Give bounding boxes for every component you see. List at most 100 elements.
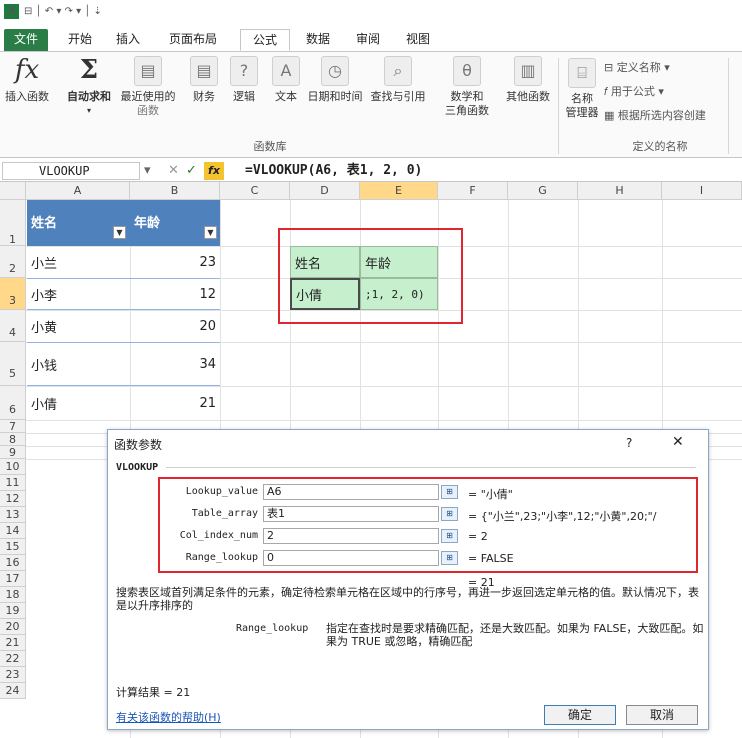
define-name-button[interactable]: ⊟ 定义名称 ▾ bbox=[604, 60, 670, 76]
calc-result: 计算结果 = 21 bbox=[116, 686, 191, 699]
row-header[interactable]: 22 bbox=[0, 651, 26, 667]
arg-help-text: 指定在查找时是要求精确匹配，还是大致匹配。如果为 FALSE，大致匹配。如果为 … bbox=[326, 622, 704, 648]
help-icon[interactable]: ? bbox=[626, 436, 632, 450]
table-cell-name[interactable]: 小钱 bbox=[27, 342, 130, 386]
ribbon-tabs: 文件 开始 插入 页面布局 公式 数据 审阅 视图 bbox=[0, 26, 742, 52]
financial-button[interactable]: ▤ 财务 bbox=[186, 56, 222, 104]
column-header[interactable]: A bbox=[26, 182, 130, 200]
book-icon: ▤ bbox=[134, 56, 162, 86]
formula-input[interactable]: =VLOOKUP(A6, 表1, 2, 0) bbox=[245, 162, 422, 180]
clock-book-icon: ◷ bbox=[321, 56, 349, 86]
function-description: 搜索表区域首列满足条件的元素，确定待检索单元格在区域中的行序号，再进一步返回选定… bbox=[116, 586, 699, 612]
autosum-button[interactable]: Σ 自动求和 ▾ bbox=[62, 56, 116, 118]
row-header[interactable]: 12 bbox=[0, 491, 26, 507]
filter-dropdown-icon[interactable]: ▼ bbox=[204, 226, 217, 239]
row-header[interactable]: 21 bbox=[0, 635, 26, 651]
column-header[interactable]: C bbox=[220, 182, 290, 200]
grid-icon: ▦ bbox=[604, 109, 618, 122]
quick-access-tools[interactable]: ⊟ │ ↶ ▾ ↷ ▾ │ ⇣ bbox=[24, 4, 102, 19]
row-header[interactable]: 1 bbox=[0, 200, 26, 246]
math-trig-button[interactable]: θ 数学和 三角函数 bbox=[438, 56, 496, 118]
name-manager-button[interactable]: ⌸ 名称 管理器 bbox=[562, 58, 602, 120]
select-all-corner[interactable] bbox=[0, 182, 26, 200]
create-from-selection-button[interactable]: ▦ 根据所选内容创建 bbox=[604, 108, 706, 124]
insert-function-button[interactable]: fx 插入函数 bbox=[2, 56, 52, 104]
row-header[interactable]: 15 bbox=[0, 539, 26, 555]
row-header[interactable]: 7 bbox=[0, 420, 26, 433]
table-header-name[interactable]: 姓名 bbox=[27, 200, 130, 246]
column-header[interactable]: H bbox=[578, 182, 662, 200]
books-icon: ▥ bbox=[514, 56, 542, 86]
dialog-title: 函数参数 bbox=[114, 438, 163, 452]
row-header[interactable]: 16 bbox=[0, 555, 26, 571]
ribbon-formulas: fx 插入函数 Σ 自动求和 ▾ ▤ 最近使用的 函数 ▤ 财务 ? 逻辑 A … bbox=[0, 52, 742, 158]
help-link[interactable]: 有关该函数的帮助(H) bbox=[116, 709, 221, 725]
tab-data[interactable]: 数据 bbox=[298, 29, 338, 51]
column-header[interactable]: F bbox=[438, 182, 508, 200]
tab-view[interactable]: 视图 bbox=[398, 29, 438, 51]
table-cell-name[interactable]: 小倩 bbox=[27, 386, 130, 420]
table-cell-age[interactable]: 23 bbox=[130, 246, 220, 278]
arg-help-label: Range_lookup bbox=[236, 623, 309, 634]
table-cell-name[interactable]: 小李 bbox=[27, 278, 130, 310]
insert-function-icon[interactable]: fx bbox=[204, 162, 224, 180]
book-icon: ▤ bbox=[190, 56, 218, 86]
row-header[interactable]: 5 bbox=[0, 342, 26, 386]
row-header[interactable]: 2 bbox=[0, 246, 26, 278]
close-icon[interactable]: ✕ bbox=[672, 434, 684, 450]
row-header[interactable]: 13 bbox=[0, 507, 26, 523]
tab-formulas[interactable]: 公式 bbox=[240, 29, 290, 51]
cancel-button[interactable]: 取消 bbox=[626, 705, 698, 725]
tab-page-layout[interactable]: 页面布局 bbox=[158, 29, 228, 51]
column-header[interactable]: D bbox=[290, 182, 360, 200]
row-header[interactable]: 14 bbox=[0, 523, 26, 539]
quick-access-toolbar: X ⊟ │ ↶ ▾ ↷ ▾ │ ⇣ bbox=[0, 0, 742, 26]
logical-button[interactable]: ? 逻辑 bbox=[226, 56, 262, 104]
group-label-defined-names: 定义的名称 bbox=[632, 140, 688, 153]
table-header-age[interactable]: 年龄 bbox=[130, 200, 220, 246]
row-header[interactable]: 3 bbox=[0, 278, 26, 310]
row-header[interactable]: 17 bbox=[0, 571, 26, 587]
row-header[interactable]: 6 bbox=[0, 386, 26, 420]
row-header[interactable]: 4 bbox=[0, 310, 26, 342]
tab-home[interactable]: 开始 bbox=[60, 29, 100, 51]
row-header[interactable]: 23 bbox=[0, 667, 26, 683]
more-functions-button[interactable]: ▥ 其他函数 bbox=[500, 56, 556, 104]
tab-file[interactable]: 文件 bbox=[4, 29, 48, 51]
table-cell-age[interactable]: 12 bbox=[130, 278, 220, 310]
use-in-formula-button[interactable]: 𝑓 用于公式 ▾ bbox=[604, 84, 664, 100]
row-header[interactable]: 8 bbox=[0, 433, 26, 446]
tab-review[interactable]: 审阅 bbox=[348, 29, 388, 51]
table-cell-age[interactable]: 34 bbox=[130, 342, 220, 386]
row-header[interactable]: 20 bbox=[0, 619, 26, 635]
recent-functions-button[interactable]: ▤ 最近使用的 函数 bbox=[118, 56, 178, 118]
tab-insert[interactable]: 插入 bbox=[108, 29, 148, 51]
column-header[interactable]: B bbox=[130, 182, 220, 200]
text-button[interactable]: A 文本 bbox=[268, 56, 304, 104]
row-header[interactable]: 18 bbox=[0, 587, 26, 603]
filter-dropdown-icon[interactable]: ▼ bbox=[113, 226, 126, 239]
row-header[interactable]: 24 bbox=[0, 683, 26, 699]
lookup-reference-button[interactable]: ⌕ 查找与引用 bbox=[366, 56, 430, 104]
formula-icon: 𝑓 bbox=[604, 85, 611, 98]
cancel-edit-icon[interactable]: ✕ bbox=[168, 162, 179, 180]
row-header[interactable]: 19 bbox=[0, 603, 26, 619]
table-cell-age[interactable]: 20 bbox=[130, 310, 220, 342]
fx-icon: fx bbox=[14, 55, 40, 85]
column-header[interactable]: G bbox=[508, 182, 578, 200]
group-separator bbox=[728, 58, 729, 154]
confirm-edit-icon[interactable]: ✓ bbox=[186, 162, 197, 180]
column-header[interactable]: E bbox=[360, 182, 438, 200]
row-header[interactable]: 11 bbox=[0, 475, 26, 491]
ok-button[interactable]: 确定 bbox=[544, 705, 616, 725]
row-header[interactable]: 10 bbox=[0, 459, 26, 475]
table-cell-age[interactable]: 21 bbox=[130, 386, 220, 420]
datetime-button[interactable]: ◷ 日期和时间 bbox=[306, 56, 364, 104]
table-cell-name[interactable]: 小黄 bbox=[27, 310, 130, 342]
name-box[interactable]: VLOOKUP bbox=[2, 162, 140, 180]
name-box-dropdown-icon[interactable]: ▾ bbox=[144, 162, 151, 180]
search-book-icon: ⌕ bbox=[384, 56, 412, 86]
column-header[interactable]: I bbox=[662, 182, 742, 200]
row-header[interactable]: 9 bbox=[0, 446, 26, 459]
table-cell-name[interactable]: 小兰 bbox=[27, 246, 130, 278]
